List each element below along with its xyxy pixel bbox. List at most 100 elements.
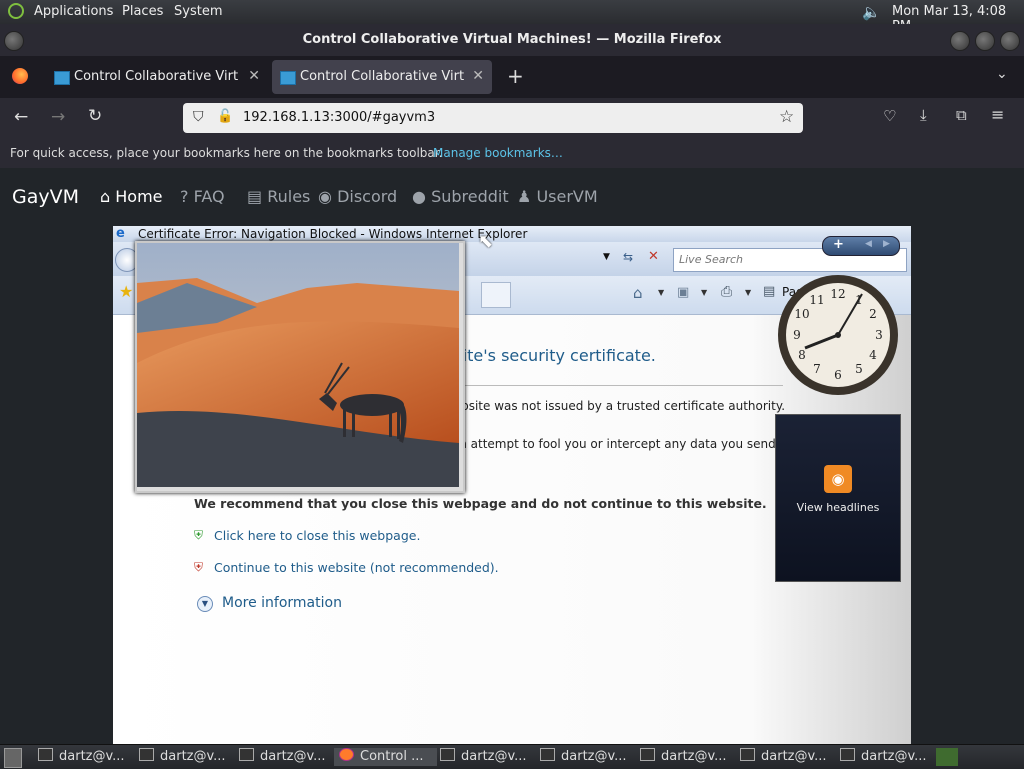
- reload-icon[interactable]: ↻: [88, 106, 102, 126]
- feeds-dropdown-icon[interactable]: ▼: [701, 288, 707, 297]
- continue-website-link[interactable]: Continue to this website (not recommende…: [214, 560, 499, 575]
- nav-uservm[interactable]: ♟ UserVM: [517, 187, 598, 206]
- taskbar-item-firefox[interactable]: Control ...: [334, 748, 437, 766]
- close-window-button[interactable]: [1000, 31, 1020, 51]
- url-bar[interactable]: ⛉ 🔓 192.168.1.13:3000/#gayvm3 ☆: [183, 103, 803, 133]
- sidebar-toolbar: + ◀ ▶: [822, 236, 900, 256]
- ie-feeds-icon[interactable]: ▣: [677, 285, 689, 300]
- svg-text:11: 11: [809, 293, 824, 307]
- bookmark-star-icon[interactable]: ☆: [779, 107, 794, 127]
- nav-discord[interactable]: ◉ Discord: [318, 187, 397, 206]
- svg-text:6: 6: [834, 368, 842, 382]
- new-tab-icon[interactable]: +: [507, 64, 524, 88]
- site-brand[interactable]: GayVM: [12, 186, 79, 208]
- window-title: Control Collaborative Virtual Machines! …: [302, 32, 722, 47]
- slideshow-gadget[interactable]: [135, 241, 465, 493]
- nav-faq[interactable]: ? FAQ: [180, 187, 225, 206]
- terminal-icon: [38, 748, 53, 761]
- gnome-foot-icon[interactable]: [8, 3, 24, 19]
- nav-home[interactable]: ⌂ Home: [100, 187, 163, 206]
- bookmarks-hint: For quick access, place your bookmarks h…: [10, 146, 443, 160]
- ie-logo-icon: e: [116, 226, 125, 241]
- more-information-link[interactable]: More information: [222, 595, 342, 611]
- pocket-icon[interactable]: ♡: [883, 107, 896, 125]
- taskbar-item-5[interactable]: dartz@v...: [440, 748, 527, 766]
- minimize-button[interactable]: [950, 31, 970, 51]
- close-webpage-link[interactable]: Click here to close this webpage.: [214, 528, 420, 543]
- firefox-menu-icon[interactable]: [12, 68, 28, 84]
- tab-1-close-icon[interactable]: ✕: [248, 68, 260, 84]
- monitor-icon: [54, 71, 70, 85]
- tab-2-label: Control Collaborative Virtual Machines!: [300, 69, 464, 84]
- ie-titlebar[interactable]: e Certificate Error: Navigation Blocked …: [113, 226, 911, 242]
- taskbar-item-1[interactable]: dartz@v...: [38, 748, 125, 766]
- list-tabs-chevron-icon[interactable]: ⌄: [996, 66, 1008, 82]
- monitor-icon: [280, 71, 296, 85]
- svg-text:2: 2: [869, 307, 877, 321]
- taskbar-item-3[interactable]: dartz@v...: [239, 748, 326, 766]
- firefox-icon: [339, 748, 354, 761]
- back-icon[interactable]: ←: [14, 107, 28, 127]
- reddit-icon: ●: [412, 187, 426, 206]
- window-titlebar[interactable]: Control Collaborative Virtual Machines! …: [0, 24, 1024, 56]
- hamburger-menu-icon[interactable]: ≡: [991, 105, 1004, 124]
- ie-print-icon[interactable]: ⎙: [721, 284, 732, 300]
- taskbar-firefox-launcher-icon[interactable]: [936, 748, 958, 766]
- taskbar-item-7[interactable]: dartz@v...: [640, 748, 727, 766]
- svg-text:12: 12: [830, 287, 845, 301]
- sidebar-next-icon[interactable]: ▶: [883, 239, 890, 249]
- taskbar-item-6[interactable]: dartz@v...: [540, 748, 627, 766]
- insecure-lock-icon[interactable]: 🔓: [217, 109, 233, 124]
- terminal-icon: [139, 748, 154, 761]
- green-shield-icon: ⛨: [194, 528, 204, 542]
- forward-icon[interactable]: →: [51, 107, 65, 127]
- clock-gadget[interactable]: 1212 345 678 91011: [775, 272, 901, 398]
- ie-new-tab[interactable]: [481, 282, 511, 308]
- ie-search-placeholder: Live Search: [679, 253, 743, 266]
- svg-text:8: 8: [798, 348, 806, 362]
- nav-subreddit[interactable]: ● Subreddit: [412, 187, 509, 206]
- applications-menu[interactable]: Applications: [34, 4, 113, 19]
- show-desktop-icon[interactable]: [4, 748, 22, 768]
- terminal-icon: [239, 748, 254, 761]
- mouse-cursor-icon: ⬉: [478, 231, 494, 252]
- home-dropdown-icon[interactable]: ▼: [658, 288, 664, 297]
- nav-rules[interactable]: ▤ Rules: [247, 187, 310, 206]
- feed-headlines-gadget[interactable]: ◉ View headlines: [775, 414, 901, 582]
- tab-2-active[interactable]: Control Collaborative Virtual Machines! …: [272, 60, 492, 94]
- taskbar-item-8[interactable]: dartz@v...: [740, 748, 827, 766]
- volume-icon[interactable]: 🔈: [862, 3, 881, 21]
- terminal-icon: [840, 748, 855, 761]
- shield-icon[interactable]: ⛉: [193, 109, 204, 125]
- sidebar-prev-icon[interactable]: ◀: [865, 239, 872, 249]
- expand-chevron-icon[interactable]: ▼: [197, 596, 213, 612]
- ie-home-icon[interactable]: ⌂: [633, 284, 643, 302]
- print-dropdown-icon[interactable]: ▼: [745, 288, 751, 297]
- address-dropdown-icon[interactable]: ▼: [603, 252, 610, 262]
- user-icon: ♟: [517, 187, 532, 206]
- downloads-icon[interactable]: ⤓: [920, 106, 927, 124]
- system-menu[interactable]: System: [174, 4, 222, 19]
- tab-2-close-icon[interactable]: ✕: [472, 68, 484, 84]
- add-gadget-icon[interactable]: +: [833, 237, 844, 252]
- favorites-star-icon[interactable]: ★: [119, 282, 133, 301]
- manage-bookmarks-link[interactable]: Manage bookmarks…: [433, 146, 563, 160]
- extensions-icon[interactable]: ⧉: [956, 106, 967, 124]
- ie-stop-icon[interactable]: ✕: [648, 249, 659, 264]
- taskbar-item-9[interactable]: dartz@v...: [840, 748, 927, 766]
- ie-page-icon[interactable]: ▤: [763, 284, 775, 299]
- ie-refresh-icon[interactable]: ⇆: [623, 250, 633, 264]
- discord-icon: ◉: [318, 187, 332, 206]
- bookmarks-bar: For quick access, place your bookmarks h…: [0, 138, 1024, 169]
- terminal-icon: [540, 748, 555, 761]
- rss-icon: ◉: [824, 465, 852, 493]
- svg-text:7: 7: [813, 362, 821, 376]
- analog-clock-icon: 1212 345 678 91011: [778, 275, 898, 395]
- url-text[interactable]: 192.168.1.13:3000/#gayvm3: [243, 110, 435, 125]
- view-headlines-link[interactable]: View headlines: [776, 501, 900, 514]
- tab-1[interactable]: Control Collaborative Virtual Machines! …: [46, 60, 268, 94]
- desert-oryx-photo: [137, 243, 459, 487]
- places-menu[interactable]: Places: [122, 4, 163, 19]
- maximize-button[interactable]: [975, 31, 995, 51]
- taskbar-item-2[interactable]: dartz@v...: [139, 748, 226, 766]
